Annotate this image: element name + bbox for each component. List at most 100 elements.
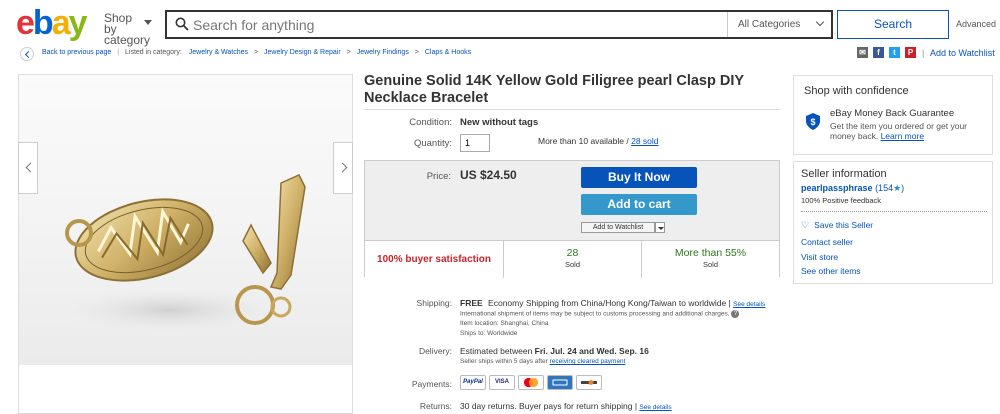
percent-sold-stat: More than 55% Sold xyxy=(641,241,779,278)
prev-image-button[interactable] xyxy=(18,142,38,194)
breadcrumb-sep: > xyxy=(253,49,259,56)
mastercard-icon xyxy=(518,375,544,390)
shipping-label: Shipping: xyxy=(416,298,452,308)
add-to-watchlist-link[interactable]: Add to Watchlist xyxy=(930,48,995,58)
buy-it-now-button[interactable]: Buy It Now xyxy=(581,167,697,188)
delivery-line: Estimated between Fri. Jul. 24 and Wed. … xyxy=(460,346,649,356)
heart-icon: ♡ xyxy=(801,220,810,230)
learn-more-link[interactable]: Learn more xyxy=(881,131,924,141)
listing-title: Genuine Solid 14K Yellow Gold Filigree p… xyxy=(364,73,744,106)
help-icon[interactable]: ? xyxy=(731,310,740,318)
advanced-search-link[interactable]: Advanced xyxy=(956,19,996,29)
shop-with-confidence-card: Shop with confidence $ eBay Money Back G… xyxy=(793,75,993,155)
breadcrumb-item-claps-hooks[interactable]: Claps & Hooks xyxy=(425,49,471,56)
watchlist-dropdown-button[interactable] xyxy=(655,222,665,233)
paypal-icon: PayPal xyxy=(460,375,486,390)
header: ebay Shop by category All Categories Sea… xyxy=(0,0,1000,47)
breadcrumb-item-jewelry-design[interactable]: Jewelry Design & Repair xyxy=(264,49,341,56)
category-select[interactable]: All Categories xyxy=(727,12,833,37)
breadcrumb-sep: > xyxy=(414,49,419,56)
visit-store-link[interactable]: Visit store xyxy=(801,252,838,262)
clasp-image xyxy=(59,174,306,332)
seller-name-link[interactable]: pearlpassphrase xyxy=(801,183,873,193)
money-back-text: Get the item you ordered or get your mon… xyxy=(830,121,990,141)
returns-line: 30 day returns. Buyer pays for return sh… xyxy=(460,401,672,411)
amex-icon xyxy=(547,375,573,390)
seller-ships-note: Seller ships within 5 days after receivi… xyxy=(460,358,625,367)
price-label: Price: xyxy=(426,171,451,182)
breadcrumb-item-jewelry-watches[interactable]: Jewelry & Watches xyxy=(189,49,248,56)
money-back-title: eBay Money Back Guarantee xyxy=(830,108,955,119)
ships-to: Ships to: Worldwide xyxy=(460,330,518,337)
discover-icon xyxy=(576,375,602,390)
payments-label: Payments: xyxy=(411,379,452,389)
seller-ships-text: Seller ships within 5 days after xyxy=(460,358,548,365)
condition-label: Condition: xyxy=(409,117,452,128)
add-to-cart-button[interactable]: Add to cart xyxy=(581,194,697,215)
price-value: US $24.50 xyxy=(460,168,517,182)
breadcrumb: Back to previous page | Listed in catego… xyxy=(42,49,471,56)
divider xyxy=(364,109,780,110)
search-icon xyxy=(175,17,189,31)
shipping-note: International shipment of items may be s… xyxy=(460,310,740,319)
shipping-note-text: International shipment of items may be s… xyxy=(460,310,730,318)
quantity-input[interactable] xyxy=(460,134,490,152)
svg-text:$: $ xyxy=(810,117,815,127)
sold-label: Sold xyxy=(564,260,580,269)
search-button[interactable]: Search xyxy=(837,10,949,39)
sold-number: 28 xyxy=(566,247,579,259)
breadcrumb-item-jewelry-findings[interactable]: Jewelry Findings xyxy=(357,49,409,56)
category-select-value: All Categories xyxy=(738,19,801,30)
save-seller-label: Save this Seller xyxy=(814,220,874,230)
pinterest-icon[interactable]: P xyxy=(905,47,916,58)
condition-value: New without tags xyxy=(460,117,539,128)
seller-score[interactable]: (154 xyxy=(875,183,893,193)
shop-by-category-label: Shop by category xyxy=(104,11,151,47)
add-to-watchlist-button[interactable]: Add to Watchlist xyxy=(581,222,655,233)
item-location: Item location: Shanghai, China xyxy=(460,320,549,327)
quantity-label: Quantity: xyxy=(413,138,452,149)
see-other-items-link[interactable]: See other items xyxy=(801,266,861,276)
delivery-prefix: Estimated between xyxy=(460,346,533,356)
facebook-icon[interactable]: f xyxy=(873,47,884,58)
search-box: All Categories xyxy=(165,10,833,39)
shipping-line: FREE Economy Shipping from China/Hong Ko… xyxy=(460,298,765,308)
seller-score-close: ) xyxy=(901,183,905,193)
contact-seller-link[interactable]: Contact seller xyxy=(801,237,853,247)
divider xyxy=(801,211,987,212)
shipping-see-details-link[interactable]: See details xyxy=(733,301,765,308)
satisfaction-stat: 100% buyer satisfaction xyxy=(365,241,503,278)
caret-down-icon xyxy=(144,20,152,25)
seller-info-card: Seller information pearlpassphrase (154★… xyxy=(793,161,993,284)
back-arrow-icon[interactable] xyxy=(20,47,34,61)
returns-text: 30 day returns. Buyer pays for return sh… xyxy=(460,401,638,411)
percent-sold-number: More than 55% xyxy=(674,247,747,259)
confidence-title: Shop with confidence xyxy=(804,85,909,97)
seller-feedback: 100% Positive feedback xyxy=(801,196,882,205)
price-box: Price: US $24.50 Buy It Now Add to cart … xyxy=(364,160,780,278)
back-to-previous-link[interactable]: Back to previous page xyxy=(42,49,111,56)
search-input[interactable] xyxy=(193,15,713,35)
returns-label: Returns: xyxy=(419,401,452,411)
returns-see-details-link[interactable]: See details xyxy=(639,404,671,411)
ebay-logo[interactable]: ebay xyxy=(16,6,88,40)
delivery-label: Delivery: xyxy=(418,346,452,356)
sold-stat: 28 Sold xyxy=(503,241,641,278)
save-seller-link[interactable]: ♡ Save this Seller xyxy=(801,220,873,231)
sold-count-link[interactable]: 28 sold xyxy=(631,136,658,146)
listed-in-label: Listed in category: xyxy=(125,49,182,56)
breadcrumb-bar: Back to previous page | Listed in catego… xyxy=(0,44,1000,62)
share-divider: | xyxy=(922,48,925,58)
email-icon[interactable]: ✉ xyxy=(857,47,868,58)
availability-text: More than 10 available / 28 sold xyxy=(538,136,659,146)
next-image-button[interactable] xyxy=(333,142,353,194)
shield-icon: $ xyxy=(806,113,820,130)
shop-by-category-button[interactable]: Shop by category xyxy=(104,11,152,47)
seller-line: pearlpassphrase (154★) xyxy=(801,183,904,194)
breadcrumb-divider: | xyxy=(117,49,120,56)
percent-sold-label: Sold xyxy=(702,260,718,269)
cleared-payment-link[interactable]: receiving cleared payment xyxy=(550,358,626,365)
twitter-icon[interactable]: t xyxy=(889,47,900,58)
product-photo[interactable] xyxy=(19,75,352,365)
chevron-down-icon xyxy=(815,17,825,27)
